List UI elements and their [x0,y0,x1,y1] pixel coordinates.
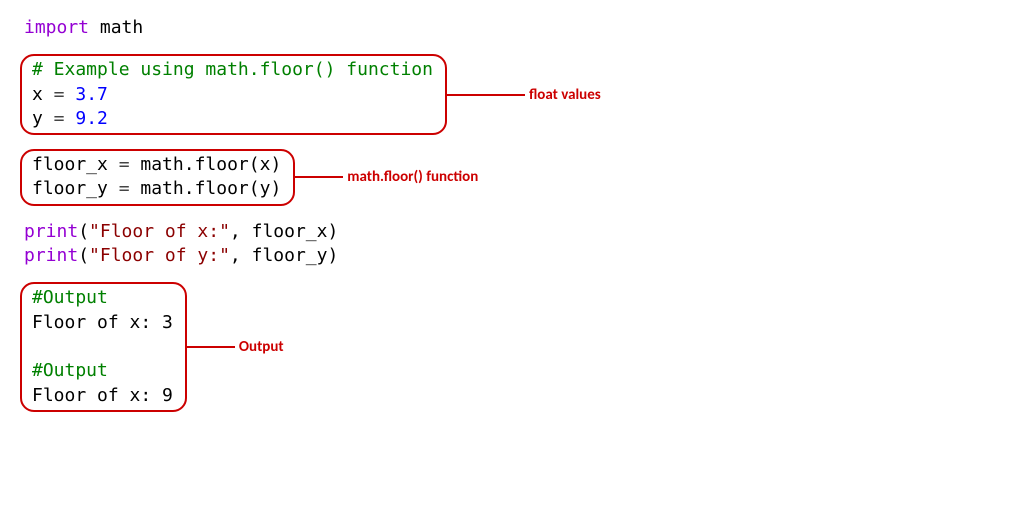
print-y-open: ( [78,245,89,266]
print-y-close: ) [327,245,338,266]
print-x-arg: floor_x [252,221,328,242]
output-c1: #Output [32,287,108,308]
floor-fn-box: floor_x = math.floor(x) floor_y = math.f… [20,149,295,206]
assign-x: x = 3.7 [32,83,433,107]
floor-y-var: floor_y [32,178,108,199]
eq-y: = [43,108,76,129]
annotation-connector-icon [293,176,343,178]
floor-y-arg: y [260,178,271,199]
output-c2: #Output [32,360,108,381]
floor-x-open: ( [249,154,260,175]
floor-x-arg: x [260,154,271,175]
print-block: print("Floor of x:", floor_x) print("Flo… [24,220,999,269]
import-keyword: import [24,17,89,38]
floor-y-line: floor_y = math.floor(y) [32,177,281,201]
floor-y-dot: . [184,178,195,199]
float-values-row: # Example using math.floor() function x … [20,54,999,135]
print-y-comma: , [230,245,252,266]
var-y: y [32,108,43,129]
floor-y-fn: floor [195,178,249,199]
output-box: #Output Floor of x: 3 #Output Floor of x… [20,282,187,411]
output-comment-2: #Output [32,359,173,383]
import-module: math [100,17,143,38]
annotation-connector-icon [185,346,235,348]
floor-y-mod: math [140,178,183,199]
float-values-box: # Example using math.floor() function x … [20,54,447,135]
floor-y-eq: = [108,178,141,199]
comment-line: # Example using math.floor() function [32,58,433,82]
output-line-2: Floor of x: 9 [32,384,173,408]
floor-x-mod: math [140,154,183,175]
print-y-arg: floor_y [252,245,328,266]
floor-x-dot: . [184,154,195,175]
floor-fn-annotation: math.floor() function [347,167,478,187]
print-x-close: ) [327,221,338,242]
print-x-fn: print [24,221,78,242]
floor-x-line: floor_x = math.floor(x) [32,153,281,177]
output-comment-1: #Output [32,286,173,310]
floor-x-fn: floor [195,154,249,175]
floor-y-close: ) [270,178,281,199]
eq-x: = [43,84,76,105]
floor-x-eq: = [108,154,141,175]
floor-fn-row: floor_x = math.floor(x) floor_y = math.f… [20,149,999,206]
import-line: import math [24,10,999,40]
val-x: 3.7 [75,84,108,105]
output-blank [32,335,173,359]
print-y-str: "Floor of y:" [89,245,230,266]
val-y: 9.2 [75,108,108,129]
floor-y-open: ( [249,178,260,199]
float-values-annotation: float values [529,85,601,105]
annotation-connector-icon [445,94,525,96]
print-y-fn: print [24,245,78,266]
print-y: print("Floor of y:", floor_y) [24,244,999,268]
print-x-comma: , [230,221,252,242]
floor-x-var: floor_x [32,154,108,175]
floor-x-close: ) [270,154,281,175]
comment-text: # Example using math.floor() function [32,59,433,80]
print-x-str: "Floor of x:" [89,221,230,242]
var-x: x [32,84,43,105]
output-line-1: Floor of x: 3 [32,311,173,335]
print-x: print("Floor of x:", floor_x) [24,220,999,244]
output-row: #Output Floor of x: 3 #Output Floor of x… [20,282,999,411]
assign-y: y = 9.2 [32,107,433,131]
print-x-open: ( [78,221,89,242]
output-annotation: Output [239,337,284,357]
